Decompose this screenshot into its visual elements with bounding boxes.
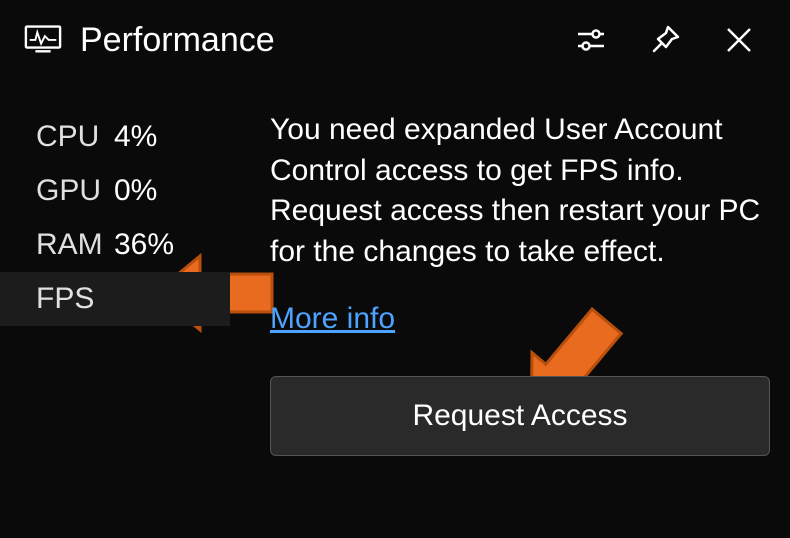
request-access-button[interactable]: Request Access xyxy=(270,376,770,456)
titlebar-right xyxy=(574,23,766,57)
performance-monitor-icon xyxy=(24,22,62,59)
stat-label: RAM xyxy=(36,228,114,262)
message-panel: You need expanded User Account Control a… xyxy=(230,110,790,456)
stat-row-cpu[interactable]: CPU 4% xyxy=(36,110,230,164)
stats-panel: CPU 4% GPU 0% RAM 36% FPS xyxy=(0,110,230,456)
stat-label: FPS xyxy=(36,282,114,316)
stat-value: 36% xyxy=(114,228,174,262)
content-area: CPU 4% GPU 0% RAM 36% FPS You need expan… xyxy=(0,80,790,456)
stat-row-fps[interactable]: FPS xyxy=(0,272,230,326)
stat-value: 0% xyxy=(114,174,157,208)
message-text: You need expanded User Account Control a… xyxy=(270,110,770,272)
pin-icon[interactable] xyxy=(648,23,682,57)
close-icon[interactable] xyxy=(722,23,756,57)
settings-sliders-icon[interactable] xyxy=(574,23,608,57)
stat-label: CPU xyxy=(36,120,114,154)
button-label: Request Access xyxy=(412,399,627,433)
titlebar-left: Performance xyxy=(24,21,275,60)
stat-value: 4% xyxy=(114,120,157,154)
stat-label: GPU xyxy=(36,174,114,208)
page-title: Performance xyxy=(80,21,275,60)
more-info-link[interactable]: More info xyxy=(270,302,395,336)
stat-row-ram[interactable]: RAM 36% xyxy=(36,218,230,272)
titlebar: Performance xyxy=(0,0,790,80)
stat-row-gpu[interactable]: GPU 0% xyxy=(36,164,230,218)
